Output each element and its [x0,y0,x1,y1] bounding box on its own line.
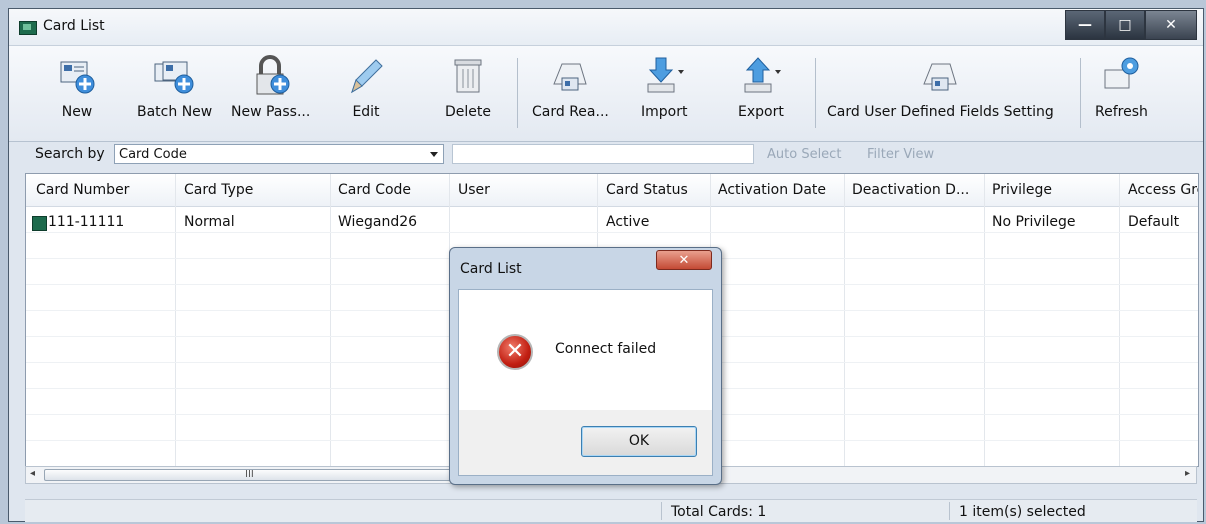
import-button[interactable]: Import [641,54,687,128]
column-access-group[interactable]: Access Grc [1128,182,1198,198]
cell-access-group: Default [1128,214,1180,230]
dropdown-arrow-icon [430,152,438,157]
batch-new-button[interactable]: Batch New [137,54,212,128]
column-divider [1119,174,1120,466]
import-icon [647,57,685,93]
column-divider [330,174,331,466]
toolbar: New Batch New New Pass... Edit Delete Ca… [9,46,1203,142]
refresh-label: Refresh [1095,104,1148,120]
trash-icon [454,59,482,93]
scroll-left-icon[interactable]: ◂ [30,468,35,479]
column-deactivation-date[interactable]: Deactivation D... [852,182,969,198]
export-button[interactable]: Export [738,54,784,128]
batch-new-label: Batch New [137,104,213,120]
card-reader-label: Card Rea... [532,104,609,120]
dialog-footer: OK [458,410,713,476]
status-bar: Total Cards: 1 1 item(s) selected [25,499,1197,522]
delete-label: Delete [445,104,491,120]
search-bar: Search by Card Code Auto Select Filter V… [9,143,1203,167]
search-field-value: Card Code [119,147,187,162]
column-divider [984,174,985,466]
column-card-number[interactable]: Card Number [36,182,129,198]
card-user-defined-fields-button[interactable]: Card User Defined Fields Setting [827,54,1054,128]
cell-card-status: Active [606,214,650,230]
column-card-status[interactable]: Card Status [606,182,688,198]
title-bar: Card List — □ ✕ [9,9,1203,46]
new-card-icon [60,61,95,94]
toolbar-separator [517,58,518,128]
new-pass-label: New Pass... [231,104,311,120]
new-label: New [61,104,93,120]
scrollbar-grip: III [245,469,254,480]
status-divider [661,502,662,520]
table-header: Card Number Card Type Card Code User Car… [26,174,1198,207]
refresh-icon [1104,57,1139,89]
new-button[interactable]: New [55,54,99,128]
card-app-icon [19,21,37,35]
dialog-body: ✕ Connect failed [458,289,713,410]
pencil-icon [351,59,383,94]
edit-button[interactable]: Edit [344,54,388,128]
toolbar-separator [1080,58,1081,128]
column-divider [844,174,845,466]
dialog-message: Connect failed [555,341,657,357]
card-fields-icon [923,63,958,91]
window-controls: — □ ✕ [1065,10,1197,40]
cell-privilege: No Privilege [992,214,1076,230]
error-dialog: Card List ✕ ✕ Connect failed OK [449,247,722,485]
selected-count-status: 1 item(s) selected [959,504,1086,520]
close-button[interactable]: ✕ [1145,10,1197,40]
scrollbar-thumb[interactable]: III [44,469,468,481]
dialog-title: Card List [460,261,522,277]
dialog-close-button[interactable]: ✕ [656,250,712,270]
search-field-select[interactable]: Card Code [114,144,444,164]
total-cards-status: Total Cards: 1 [671,504,767,520]
new-pass-button[interactable]: New Pass... [231,54,310,128]
scroll-right-icon[interactable]: ▸ [1185,468,1190,479]
column-activation-date[interactable]: Activation Date [718,182,826,198]
column-card-type[interactable]: Card Type [184,182,253,198]
filter-view-button[interactable]: Filter View [867,147,934,162]
export-icon [744,57,781,93]
card-user-defined-fields-label: Card User Defined Fields Setting [827,104,1054,120]
search-by-label: Search by [35,146,105,162]
column-card-code[interactable]: Card Code [338,182,411,198]
refresh-button[interactable]: Refresh [1095,54,1148,128]
toolbar-separator [815,58,816,128]
minimize-button[interactable]: — [1065,10,1105,40]
export-label: Export [738,104,784,120]
error-icon: ✕ [497,334,533,370]
cell-card-code: Wiegand26 [338,214,418,230]
padlock-add-icon [256,55,290,95]
edit-label: Edit [352,104,380,120]
column-user[interactable]: User [458,182,490,198]
status-divider [949,502,950,520]
auto-select-button[interactable]: Auto Select [767,147,841,162]
column-divider [175,174,176,466]
card-reader-button[interactable]: Card Rea... [532,54,609,128]
batch-new-icon [154,61,194,94]
maximize-button[interactable]: □ [1105,10,1145,40]
ok-button[interactable]: OK [581,426,697,457]
delete-button[interactable]: Delete [445,54,491,128]
search-input[interactable] [452,144,754,164]
window-title: Card List [43,18,105,34]
cell-card-number: 111-11111 [48,214,125,230]
column-privilege[interactable]: Privilege [992,182,1052,198]
card-reader-icon [553,63,588,91]
cell-card-type: Normal [184,214,235,230]
card-icon [32,216,47,231]
import-label: Import [641,104,688,120]
row-divider [26,232,1198,233]
